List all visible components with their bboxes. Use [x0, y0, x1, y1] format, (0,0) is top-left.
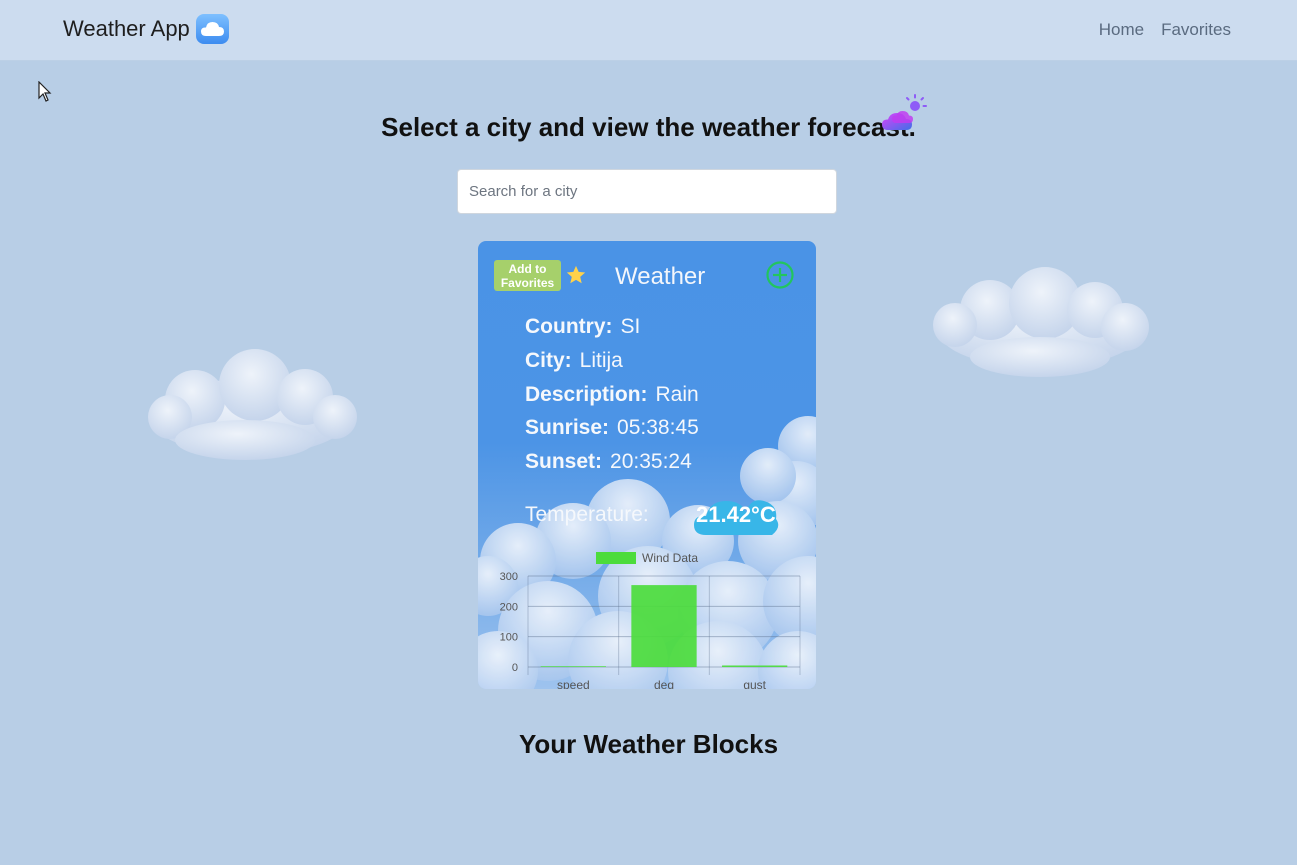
- cloud-left-decoration: [148, 349, 357, 460]
- description-value: Rain: [655, 382, 699, 406]
- card-title: Weather: [615, 263, 706, 290]
- sunrise-value: 05:38:45: [617, 416, 699, 440]
- add-circle-icon[interactable]: [765, 260, 795, 290]
- sunset-label: Sunset:: [525, 450, 603, 474]
- info-row-sunset: Sunset: 20:35:24: [525, 450, 699, 484]
- navbar: Weather App Home Favorites: [0, 0, 1297, 61]
- temperature-value: 21.42°C: [696, 502, 776, 527]
- brand-title: Weather App: [63, 16, 190, 41]
- info-row-sunrise: Sunrise: 05:38:45: [525, 416, 699, 450]
- star-icon[interactable]: [565, 264, 587, 286]
- weather-card: Add to Favorites Weather Country: SI City…: [478, 241, 816, 689]
- country-label: Country:: [525, 315, 613, 338]
- bar-deg: [631, 585, 697, 667]
- sunset-value: 20:35:24: [610, 450, 692, 474]
- city-label: City:: [525, 348, 572, 372]
- y-tick-label: 100: [500, 632, 518, 644]
- y-tick-label: 0: [512, 662, 518, 674]
- info-row-country: Country: SI: [525, 315, 699, 349]
- description-label: Description:: [525, 382, 648, 406]
- city-search-input[interactable]: [457, 169, 837, 214]
- weather-blocks-title: Your Weather Blocks: [518, 729, 779, 759]
- cloud-right-decoration: [933, 267, 1149, 377]
- wind-chart: 0 100 200 300 speed deg gust Wind Data: [500, 551, 801, 689]
- page-headline: Select a city and view the weather forec…: [381, 112, 916, 142]
- x-tick-label: gust: [743, 678, 766, 689]
- weather-info: Country: SI City: Litija Description: Rain …: [525, 315, 699, 484]
- city-value: Litija: [579, 348, 623, 372]
- legend-swatch: [596, 552, 636, 564]
- bar-speed: [540, 666, 606, 667]
- temperature-label: Temperature:: [525, 503, 649, 526]
- info-row-city: City: Litija: [525, 349, 699, 383]
- nav-home-link[interactable]: Home: [1099, 20, 1144, 40]
- nav-links: Home Favorites: [1099, 20, 1231, 40]
- add-to-favorites-button[interactable]: Add to Favorites: [494, 260, 561, 291]
- mouse-cursor-icon: [38, 81, 52, 102]
- nav-favorites-link[interactable]: Favorites: [1161, 20, 1231, 40]
- info-row-description: Description: Rain: [525, 383, 699, 417]
- brand-link[interactable]: Weather App: [63, 14, 229, 44]
- country-value: SI: [620, 315, 641, 338]
- y-tick-label: 300: [500, 571, 518, 583]
- weather-icon: [882, 94, 927, 130]
- bar-gust: [722, 665, 788, 667]
- sunrise-label: Sunrise:: [525, 416, 610, 440]
- legend-label: Wind Data: [642, 551, 698, 565]
- cloud-icon: [195, 14, 229, 44]
- x-tick-label: speed: [557, 678, 590, 689]
- x-tick-label: deg: [654, 678, 674, 689]
- y-tick-label: 200: [500, 601, 518, 613]
